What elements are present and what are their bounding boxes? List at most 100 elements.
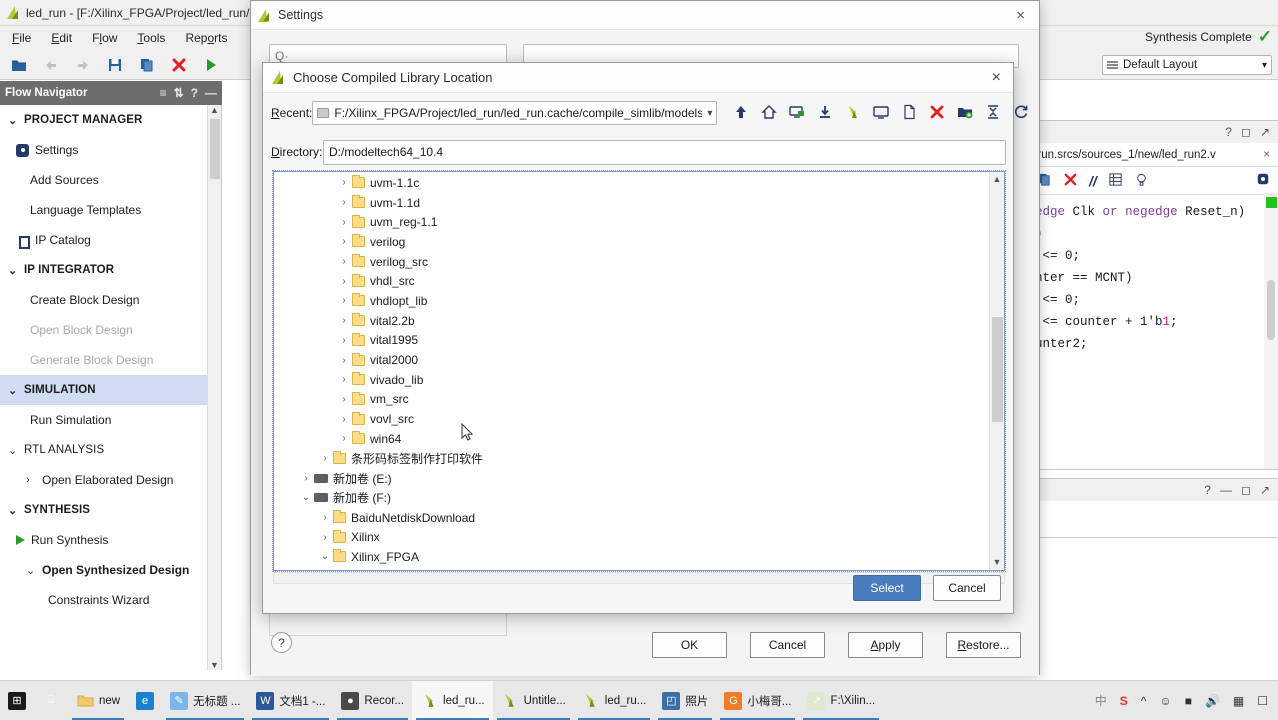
chevron-icon[interactable]: ⌄ [26, 564, 40, 577]
sogou-icon[interactable]: S [1120, 694, 1128, 708]
expand-arrow-icon[interactable]: › [337, 335, 351, 346]
sidebar-item-project-manager[interactable]: ⌄ PROJECT MANAGER [0, 105, 221, 135]
delete-icon[interactable] [929, 104, 945, 123]
menu-flow[interactable]: Flow [92, 31, 117, 45]
expand-arrow-icon[interactable]: › [337, 276, 351, 287]
help-icon[interactable]: ? [1204, 483, 1211, 497]
expand-arrow-icon[interactable]: ⌄ [318, 551, 332, 562]
code-editor-tab[interactable]: _run.srcs/sources_1/new/led_run2.v × [1031, 143, 1278, 167]
redo-icon[interactable] [74, 56, 92, 74]
taskbar-item-paint-icon[interactable]: ✎ 无标题 ... [162, 681, 248, 720]
apply-button[interactable]: Apply [848, 632, 923, 658]
sidebar-item-run-simulation[interactable]: Run Simulation [0, 405, 221, 435]
sidebar-item-add-sources[interactable]: Add Sources [0, 165, 221, 195]
file-tree-scrollbar[interactable]: ▲ ▼ [989, 172, 1004, 570]
chevron-down-icon[interactable]: ▾ [707, 108, 712, 119]
expand-arrow-icon[interactable]: › [318, 453, 332, 464]
sidebar-item-run-synthesis[interactable]: Run Synthesis [0, 525, 221, 555]
select-button[interactable]: Select [853, 575, 921, 601]
help-icon[interactable]: ? [1225, 125, 1232, 139]
undo-icon[interactable] [42, 56, 60, 74]
sidebar-item-settings[interactable]: Settings [0, 135, 221, 165]
sidebar-item-ip-integrator[interactable]: ⌄ IP INTEGRATOR [0, 255, 221, 285]
system-tray[interactable]: 中 S ^ ☺ ■ 🔊 ▦ ☐ [1095, 692, 1278, 709]
close-icon[interactable]: × [988, 69, 1005, 87]
tree-item[interactable]: › 新加卷 (E:) [274, 468, 1004, 488]
expand-arrow-icon[interactable]: › [337, 177, 351, 188]
gear-icon[interactable] [1256, 172, 1270, 189]
ime-label[interactable]: 中 [1095, 692, 1107, 709]
expand-arrow-icon[interactable]: › [318, 532, 332, 543]
minimize-icon[interactable]: — [205, 86, 217, 100]
cancel-button[interactable]: Cancel [750, 632, 825, 658]
scroll-down-arrow-icon[interactable]: ▼ [990, 555, 1004, 570]
ok-button[interactable]: OK [652, 632, 727, 658]
indent-icon[interactable] [1108, 172, 1123, 190]
chooser-toolbar[interactable] [733, 104, 1029, 123]
tree-item[interactable]: › verilog [274, 232, 1004, 252]
tree-item[interactable]: › vital1995 [274, 331, 1004, 351]
minimize-icon[interactable]: — [1220, 483, 1232, 497]
chevron-down-icon[interactable]: ▾ [1262, 60, 1267, 71]
expand-arrow-icon[interactable]: › [337, 433, 351, 444]
parent-directory-icon[interactable] [733, 104, 749, 123]
taskbar-item-vivado-icon[interactable]: led_ru... [412, 680, 493, 720]
tree-item[interactable]: › vm_src [274, 390, 1004, 410]
sidebar-item-constraints-wizard[interactable]: Constraints Wizard [0, 585, 221, 615]
code-editor-toolbar[interactable]: // [1031, 167, 1278, 195]
taskbar-item-folder-icon[interactable]: new [68, 681, 128, 720]
taskbar-item-windows-start-icon[interactable]: ⊞ [0, 681, 34, 720]
menu-reports[interactable]: Reports [185, 31, 227, 45]
tree-item[interactable]: › uvm_reg-1.1 [274, 212, 1004, 232]
expand-arrow-icon[interactable]: › [318, 512, 332, 523]
expand-arrow-icon[interactable]: › [337, 394, 351, 405]
chevron-down-icon[interactable]: ⌄ [8, 444, 22, 457]
taskbar-item-task-view-icon[interactable]: ⌸ [34, 681, 68, 720]
comment-icon[interactable]: // [1089, 173, 1097, 189]
refresh-icon[interactable] [1013, 104, 1029, 123]
taskbar-item-vivado-icon[interactable]: led_ru... [574, 681, 655, 720]
expand-arrow-icon[interactable]: › [299, 473, 313, 484]
tree-item[interactable]: › uvm-1.1d [274, 193, 1004, 213]
scrollbar-thumb[interactable] [992, 317, 1003, 422]
file-tree[interactable]: › uvm-1.1c › uvm-1.1d › uvm_reg-1.1 › verilog › v… [272, 170, 1006, 572]
run-icon[interactable] [202, 56, 220, 74]
tree-item[interactable]: › vhdl_src [274, 271, 1004, 291]
tree-item[interactable]: › verilog_src [274, 252, 1004, 272]
close-icon[interactable]: × [1263, 149, 1270, 161]
bulb-icon[interactable] [1134, 172, 1149, 190]
menu-edit[interactable]: Edit [51, 31, 72, 45]
layout-selector[interactable]: Default Layout ▾ [1102, 55, 1272, 75]
sidebar-item-language-templates[interactable]: Language Templates [0, 195, 221, 225]
sort-icon[interactable]: ⇅ [174, 86, 184, 100]
maximize-icon[interactable]: ◻ [1241, 125, 1251, 139]
tree-item[interactable]: › vital2000 [274, 350, 1004, 370]
tree-item[interactable]: › vivado_lib [274, 370, 1004, 390]
scroll-up-arrow-icon[interactable]: ▲ [990, 172, 1004, 187]
restore-button[interactable]: Restore... [946, 632, 1021, 658]
expand-arrow-icon[interactable]: › [337, 414, 351, 425]
delete-icon[interactable] [1063, 172, 1078, 190]
tree-item[interactable]: ⌄ 新加卷 (F:) [274, 488, 1004, 508]
add-folder-icon[interactable] [957, 104, 973, 123]
sidebar-item-open-synthesized-design[interactable]: ⌄ Open Synthesized Design [0, 555, 221, 585]
sidebar-item-rtl-analysis[interactable]: ⌄ RTL ANALYSIS [0, 435, 221, 465]
chevron-down-icon[interactable]: ⌄ [8, 504, 22, 517]
tree-item[interactable]: › Xilinx [274, 527, 1004, 547]
scrollbar-thumb[interactable] [210, 119, 220, 179]
battery-icon[interactable]: ■ [1185, 694, 1192, 708]
sidebar-item-ip-catalog[interactable]: IP Catalog [0, 225, 221, 255]
chevron-down-icon[interactable]: ⌄ [8, 264, 22, 277]
tree-item[interactable]: › win64 [274, 429, 1004, 449]
sidebar-item-open-elaborated-design[interactable]: › Open Elaborated Design [0, 465, 221, 495]
expand-arrow-icon[interactable]: ⌄ [299, 492, 313, 503]
expand-arrow-icon[interactable]: › [337, 197, 351, 208]
help-button[interactable]: ? [271, 632, 292, 653]
cancel-button[interactable]: Cancel [933, 575, 1001, 601]
flow-navigator-scrollbar[interactable]: ▲ ▼ [207, 105, 221, 670]
float-icon[interactable]: ↗ [1260, 125, 1270, 139]
sidebar-item-open-block-design[interactable]: Open Block Design [0, 315, 221, 345]
monitor-icon[interactable] [873, 104, 890, 123]
new-folder-monitor-icon[interactable] [789, 104, 805, 123]
sidebar-item-create-block-design[interactable]: Create Block Design [0, 285, 221, 315]
